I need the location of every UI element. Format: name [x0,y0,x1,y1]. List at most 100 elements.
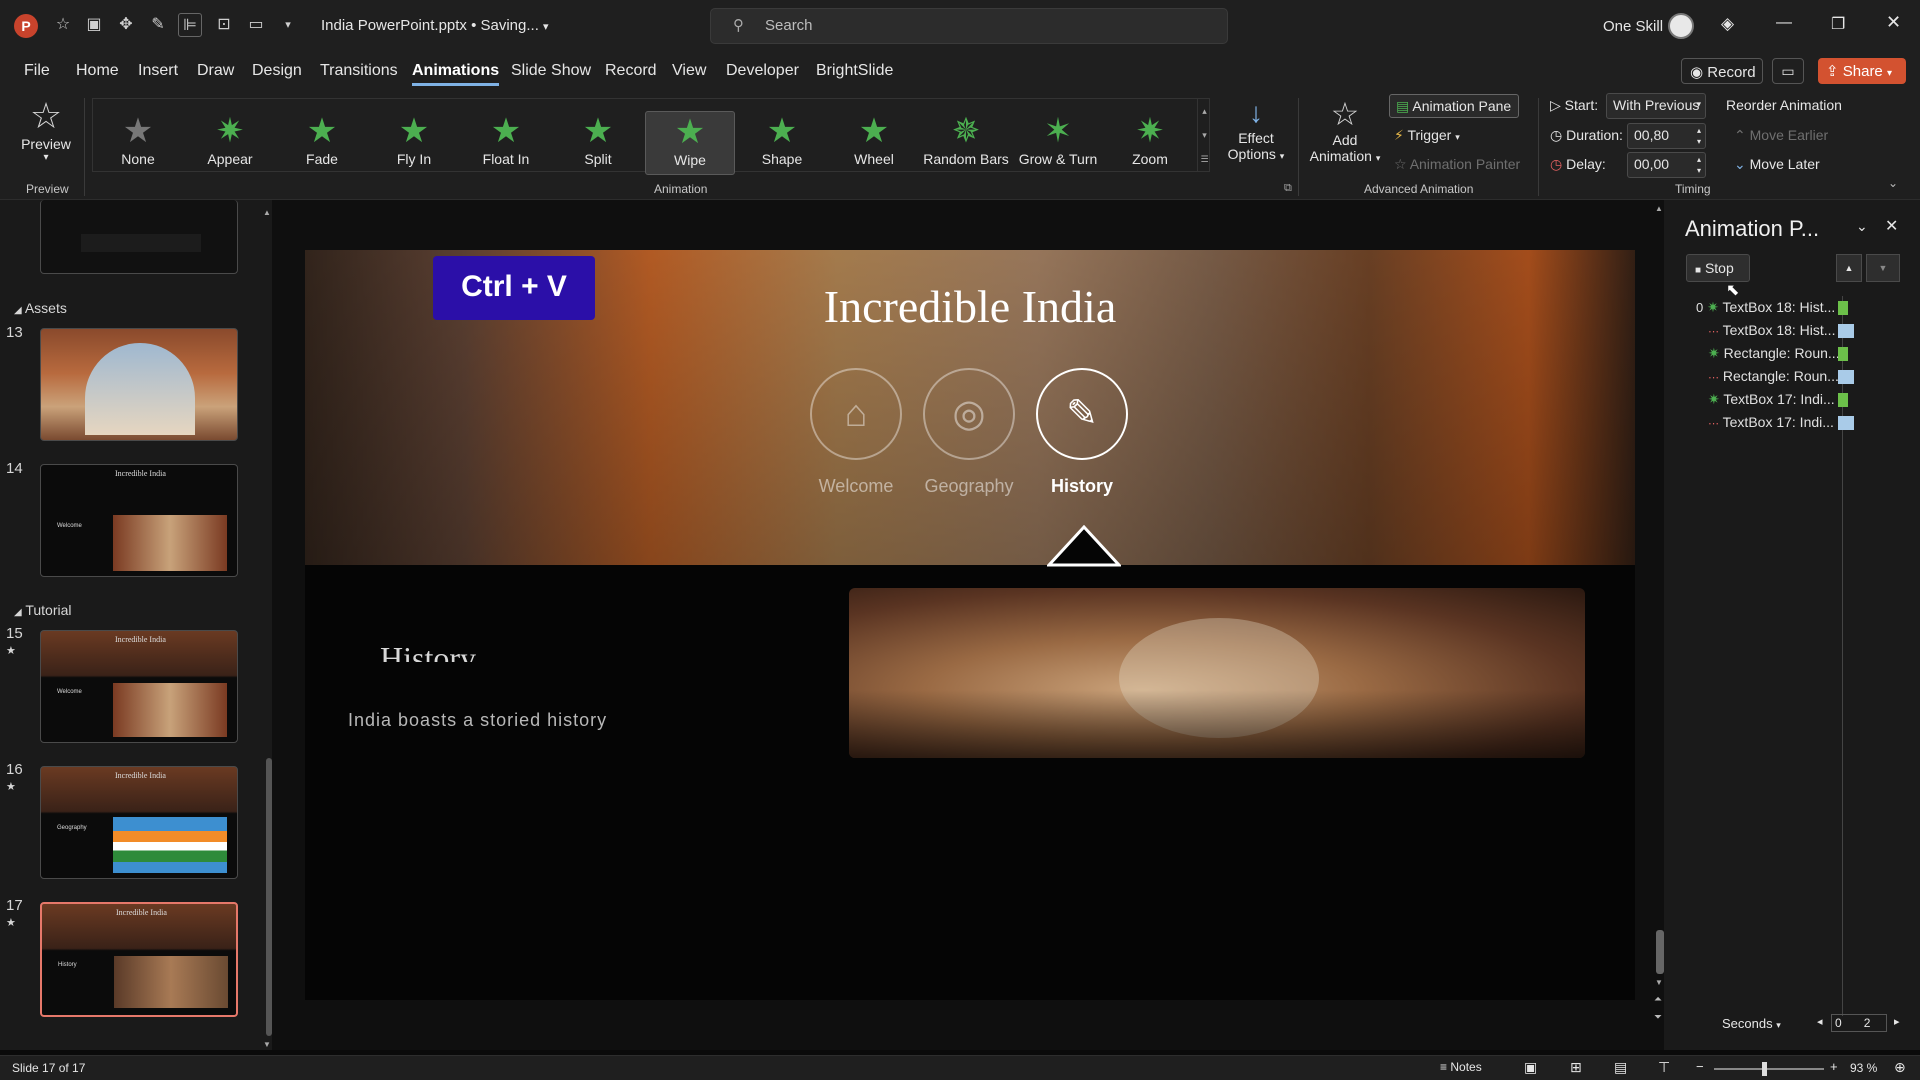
move-up-button[interactable]: ▲ [1836,254,1862,282]
timing-bar[interactable] [1838,347,1848,361]
shapes-icon[interactable]: ✥ [114,13,138,37]
stop-button[interactable]: ■ Stop [1686,254,1750,282]
tab-home[interactable]: Home [76,62,119,80]
spinner-icon[interactable]: ▴ ▾ [1697,154,1701,176]
animation-item-2[interactable]: ⋯ TextBox 18: Hist... [1708,322,1835,338]
effect-options-button[interactable]: ↓ Effect Options ▾ [1222,96,1290,162]
slide[interactable]: Ctrl + V Incredible India ⌂ Welcome ◎ Ge… [305,250,1635,1000]
animation-painter-button[interactable]: ☆ Animation Painter [1394,156,1520,173]
animation-item-4[interactable]: ⋯ Rectangle: Roun... [1708,368,1839,384]
section-tutorial[interactable]: ◢ Tutorial [14,602,72,618]
document-title[interactable]: India PowerPoint.pptx • Saving... ▾ [321,17,549,34]
tab-animations[interactable]: Animations [412,62,500,86]
dialog-launcher-icon[interactable]: ⧉ [1284,182,1292,195]
diamond-icon[interactable]: ◈ [1721,14,1734,34]
search-box[interactable]: ⚲ Search [710,8,1228,44]
timeline-left-icon[interactable]: ◂ [1817,1015,1823,1028]
section-heading[interactable]: History [380,638,476,662]
tab-view[interactable]: View [672,62,706,80]
notes-button[interactable]: ≡ Notes [1440,1060,1482,1074]
timing-bar[interactable] [1838,324,1854,338]
timing-bar[interactable] [1838,393,1848,407]
zoom-slider-thumb[interactable] [1762,1062,1767,1076]
picture-icon[interactable]: ▭ [244,13,268,37]
scroll-down-icon[interactable]: ▼ [263,1040,271,1049]
timing-bar[interactable] [1838,416,1854,430]
minimize-icon[interactable]: — [1776,14,1792,32]
trigger-button[interactable]: ⚡ Trigger ▾ [1394,127,1460,144]
fit-slide-icon[interactable]: ⊕ [1894,1059,1906,1076]
animation-none[interactable]: ★ None [93,111,183,175]
next-slide-icon[interactable]: ⏷ [1654,1012,1662,1023]
tab-file[interactable]: File [24,62,50,80]
slide-thumbnail-17-selected[interactable]: Incredible India History [40,902,238,1017]
animation-fly-in[interactable]: ★ Fly In [369,111,459,175]
move-down-button[interactable]: ▼ [1866,254,1900,282]
normal-view-icon[interactable]: ▣ [1524,1059,1537,1076]
record-button[interactable]: ◉ Record [1681,58,1763,84]
tab-transitions[interactable]: Transitions [320,62,398,80]
pane-options-icon[interactable]: ⌄ [1856,218,1868,235]
tab-draw[interactable]: Draw [197,62,234,80]
tab-record[interactable]: Record [605,62,657,80]
image-icon[interactable]: ▣ [82,13,106,37]
animation-pane-button[interactable]: ▤ Animation Pane [1389,94,1519,118]
animation-float-in[interactable]: ★ Float In [461,111,551,175]
reading-view-icon[interactable]: ▤ [1614,1059,1627,1076]
restore-icon[interactable]: ❐ [1831,14,1845,34]
seconds-dropdown[interactable]: Seconds ▾ [1722,1016,1781,1031]
preview-button[interactable]: ☆ Preview ▾ [16,96,76,164]
animation-random-bars[interactable]: ✵ Random Bars [921,111,1011,175]
gallery-scroll[interactable]: ▴ ▾ ☰ [1197,99,1211,171]
slideshow-icon[interactable]: ⊤ [1658,1059,1670,1076]
user-name[interactable]: One Skill [1603,18,1663,35]
move-earlier-button[interactable]: ⌃ Move Earlier [1734,127,1828,144]
zoom-out-icon[interactable]: − [1696,1059,1704,1074]
avatar[interactable] [1668,13,1694,39]
body-text[interactable]: India boasts a storied history [348,710,607,731]
animation-wheel[interactable]: ★ Wheel [829,111,919,175]
slide-thumbnail-14[interactable]: Incredible India Welcome [40,464,238,577]
spinner-icon[interactable]: ▴ ▾ [1697,125,1701,147]
pen-icon[interactable]: ✎ [146,13,170,37]
scroll-up-icon[interactable]: ▲ [1655,204,1663,213]
zoom-in-icon[interactable]: + [1830,1059,1838,1074]
animation-zoom[interactable]: ✷ Zoom [1105,111,1195,175]
animation-item-5[interactable]: ✷ TextBox 17: Indi... [1708,391,1835,408]
start-dropdown[interactable]: With Previous ▾ [1606,93,1706,119]
animation-shape[interactable]: ★ Shape [737,111,827,175]
tab-developer[interactable]: Developer [726,62,799,80]
animation-wipe[interactable]: ★ Wipe [645,111,735,175]
scroll-up-icon[interactable]: ▲ [263,208,271,217]
slide-thumbnail-15[interactable]: Incredible India Welcome [40,630,238,743]
timeline-right-icon[interactable]: ▸ [1894,1015,1900,1028]
collapse-ribbon-icon[interactable]: ⌄ [1888,176,1898,190]
nav-welcome-circle[interactable]: ⌂ [810,368,902,460]
duration-input[interactable]: 00,80 ▴ ▾ [1627,123,1706,149]
tab-brightslide[interactable]: BrightSlide [816,62,893,80]
delay-input[interactable]: 00,00 ▴ ▾ [1627,152,1706,178]
section-assets[interactable]: ◢ Assets [14,300,67,316]
pane-close-icon[interactable]: ✕ [1885,216,1898,236]
tab-design[interactable]: Design [252,62,302,80]
map-image[interactable] [849,588,1585,758]
scroll-down-icon[interactable]: ▼ [1655,978,1663,987]
slide-thumbnail-16[interactable]: Incredible India Geography [40,766,238,879]
previous-slide-icon[interactable]: ⏶ [1654,994,1662,1005]
slide-sorter-icon[interactable]: ⊞ [1570,1059,1582,1076]
tab-insert[interactable]: Insert [138,62,178,80]
slide-title[interactable]: Incredible India [705,280,1235,333]
animation-split[interactable]: ★ Split [553,111,643,175]
close-icon[interactable]: ✕ [1886,12,1901,33]
zoom-level[interactable]: 93 % [1850,1061,1877,1075]
zoom-slider[interactable] [1714,1062,1824,1076]
slide-info[interactable]: Slide 17 of 17 [12,1061,85,1075]
crop-icon[interactable]: ⊡ [212,13,236,37]
animation-item-6[interactable]: ⋯ TextBox 17: Indi... [1708,414,1834,430]
canvas-scrollbar[interactable]: ▲ ▼ ⏶ ⏷ [1654,204,1664,1044]
animation-appear[interactable]: ✷ Appear [185,111,275,175]
nav-geography-circle[interactable]: ◎ [923,368,1015,460]
customize-dropdown-icon[interactable]: ▾ [276,13,300,37]
comments-icon[interactable]: ▭ [1772,58,1804,84]
slide-thumbnail-12[interactable] [40,200,238,274]
